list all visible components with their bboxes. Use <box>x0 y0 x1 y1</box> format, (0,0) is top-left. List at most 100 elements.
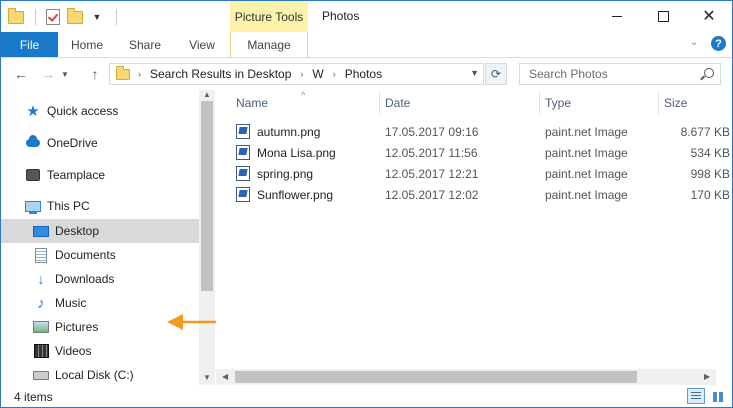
nav-item-downloads[interactable]: ↓ Downloads <box>1 267 199 291</box>
pictures-icon <box>33 319 49 335</box>
videos-icon <box>33 343 49 359</box>
details-view-icon <box>691 392 701 400</box>
horizontal-scroll-thumb[interactable] <box>235 371 637 383</box>
window-title: Photos <box>322 9 360 23</box>
nav-item-this-pc[interactable]: This PC <box>1 194 199 218</box>
search-input[interactable] <box>527 66 696 82</box>
nav-item-label: Teamplace <box>47 168 106 182</box>
arrow-left-icon: ← <box>14 66 28 82</box>
scroll-down-icon[interactable]: ▼ <box>203 373 211 382</box>
breadcrumb-chevron-icon[interactable]: › <box>333 69 336 79</box>
nav-item-documents[interactable]: Documents <box>1 243 199 267</box>
column-divider[interactable] <box>379 90 380 115</box>
large-icons-view-button[interactable] <box>709 388 727 404</box>
column-header-date[interactable]: Date <box>385 90 410 115</box>
file-size: 170 KB <box>690 188 730 202</box>
nav-item-desktop[interactable]: Desktop <box>1 219 199 243</box>
tab-view[interactable]: View <box>174 32 230 57</box>
minimize-button[interactable] <box>594 1 640 32</box>
forward-button[interactable]: → <box>38 64 58 84</box>
refresh-icon: ⟳ <box>490 67 502 81</box>
breadcrumb-w[interactable]: W <box>312 67 323 81</box>
image-file-icon <box>236 166 250 181</box>
nav-item-label: Local Disk (C:) <box>55 368 134 382</box>
customize-toolbar-icon[interactable]: ▼ <box>88 8 106 26</box>
toolbar-divider <box>35 9 36 25</box>
address-dropdown-icon[interactable]: ▼ <box>470 68 479 78</box>
file-type: paint.net Image <box>545 188 628 202</box>
large-icons-view-icon <box>713 390 723 402</box>
file-date: 17.05.2017 09:16 <box>385 125 479 139</box>
file-type: paint.net Image <box>545 146 628 160</box>
maximize-button[interactable] <box>640 1 686 32</box>
address-bar[interactable]: › Search Results in Desktop › W › Photos… <box>109 63 484 85</box>
arrow-right-icon: → <box>41 66 55 82</box>
help-icon[interactable]: ? <box>711 36 726 51</box>
image-file-icon <box>236 145 250 160</box>
item-count: 4 items <box>14 390 53 404</box>
file-size: 998 KB <box>690 167 730 181</box>
table-row[interactable]: Mona Lisa.png 12.05.2017 11:56 paint.net… <box>216 143 732 164</box>
folder-icon <box>116 65 130 80</box>
breadcrumb-search-results[interactable]: Search Results in Desktop <box>150 67 291 81</box>
nav-item-quick-access[interactable]: ★ Quick access <box>1 99 199 123</box>
music-icon: ♪ <box>37 294 45 312</box>
status-bar: 4 items <box>1 385 732 407</box>
scroll-left-icon[interactable]: ◀ <box>222 372 228 381</box>
search-box[interactable] <box>519 63 721 85</box>
explorer-window: ▼ Picture Tools Photos ✕ File Home Share… <box>0 0 733 408</box>
chevron-down-icon: ▼ <box>61 69 69 79</box>
scroll-up-icon[interactable]: ▲ <box>203 90 211 99</box>
back-button[interactable]: ← <box>11 64 31 84</box>
file-name: Mona Lisa.png <box>257 146 336 160</box>
file-list: ^ Name Date Type Size autumn.png 17.05.2… <box>216 90 732 385</box>
nav-item-label: Quick access <box>47 104 119 118</box>
file-date: 12.05.2017 12:21 <box>385 167 479 181</box>
nav-item-teamplace[interactable]: Teamplace <box>1 163 199 187</box>
computer-icon <box>25 198 41 214</box>
expand-ribbon-chevron-icon[interactable]: ⌄ <box>690 37 698 48</box>
new-folder-icon[interactable] <box>66 7 84 26</box>
tab-manage[interactable]: Manage <box>230 32 308 57</box>
column-divider[interactable] <box>658 90 659 115</box>
tab-share[interactable]: Share <box>116 32 174 57</box>
breadcrumb-chevron-icon[interactable]: › <box>138 69 141 79</box>
column-header-type[interactable]: Type <box>545 90 571 115</box>
breadcrumb-photos[interactable]: Photos <box>345 67 382 81</box>
column-divider[interactable] <box>539 90 540 115</box>
nav-item-label: Pictures <box>55 320 99 334</box>
nav-item-onedrive[interactable]: OneDrive <box>1 131 199 155</box>
column-header-name[interactable]: Name <box>236 90 268 115</box>
tab-home[interactable]: Home <box>58 32 116 57</box>
tab-file[interactable]: File <box>1 32 58 57</box>
table-row[interactable]: spring.png 12.05.2017 12:21 paint.net Im… <box>216 164 732 185</box>
nav-pane-scroll-thumb[interactable] <box>201 101 213 291</box>
title-bar: ▼ Picture Tools Photos ✕ <box>1 1 732 32</box>
column-header-size[interactable]: Size <box>664 90 687 115</box>
table-row[interactable]: Sunflower.png 12.05.2017 12:02 paint.net… <box>216 185 732 206</box>
toolbar-divider <box>116 9 117 25</box>
close-button[interactable]: ✕ <box>686 1 732 32</box>
file-type: paint.net Image <box>545 125 628 139</box>
breadcrumb-chevron-icon[interactable]: › <box>300 69 303 79</box>
scroll-right-icon[interactable]: ▶ <box>704 372 710 381</box>
nav-item-videos[interactable]: Videos <box>1 339 199 363</box>
file-name: Sunflower.png <box>257 188 334 202</box>
table-row[interactable]: autumn.png 17.05.2017 09:16 paint.net Im… <box>216 122 732 143</box>
nav-item-label: This PC <box>47 199 90 213</box>
recent-locations-button[interactable]: ▼ <box>59 64 71 84</box>
search-icon[interactable] <box>704 68 714 78</box>
teamplace-icon <box>25 167 41 183</box>
nav-item-label: Documents <box>55 248 116 262</box>
up-button[interactable]: ↑ <box>85 64 105 84</box>
navigation-pane: ★ Quick access OneDrive Teamplace This P… <box>1 90 253 387</box>
folder-icon[interactable] <box>7 7 25 26</box>
arrow-up-icon: ↑ <box>91 66 99 82</box>
details-view-button[interactable] <box>687 388 705 404</box>
file-name: autumn.png <box>257 125 321 139</box>
nav-item-local-disk[interactable]: Local Disk (C:) <box>1 363 199 387</box>
file-date: 12.05.2017 11:56 <box>385 146 478 160</box>
file-type: paint.net Image <box>545 167 628 181</box>
refresh-button[interactable]: ⟳ <box>485 63 507 85</box>
properties-icon[interactable] <box>44 8 62 26</box>
